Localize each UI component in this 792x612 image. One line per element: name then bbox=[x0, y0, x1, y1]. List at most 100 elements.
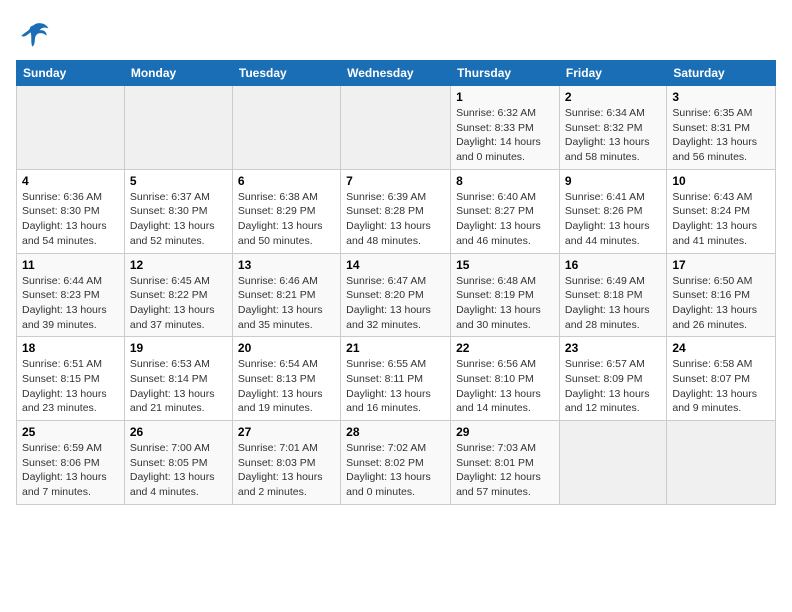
day-info: Sunrise: 7:03 AMSunset: 8:01 PMDaylight:… bbox=[456, 441, 554, 500]
day-number: 9 bbox=[565, 174, 661, 188]
column-header-wednesday: Wednesday bbox=[341, 61, 451, 86]
calendar-cell bbox=[17, 86, 125, 170]
day-info: Sunrise: 6:56 AMSunset: 8:10 PMDaylight:… bbox=[456, 357, 554, 416]
day-info: Sunrise: 6:59 AMSunset: 8:06 PMDaylight:… bbox=[22, 441, 119, 500]
day-info: Sunrise: 6:48 AMSunset: 8:19 PMDaylight:… bbox=[456, 274, 554, 333]
day-number: 27 bbox=[238, 425, 335, 439]
logo-bird-icon bbox=[16, 16, 52, 52]
calendar-cell: 7 Sunrise: 6:39 AMSunset: 8:28 PMDaylight… bbox=[341, 169, 451, 253]
day-info: Sunrise: 6:43 AMSunset: 8:24 PMDaylight:… bbox=[672, 190, 770, 249]
calendar-header-row: SundayMondayTuesdayWednesdayThursdayFrid… bbox=[17, 61, 776, 86]
day-number: 11 bbox=[22, 258, 119, 272]
day-number: 4 bbox=[22, 174, 119, 188]
day-info: Sunrise: 6:44 AMSunset: 8:23 PMDaylight:… bbox=[22, 274, 119, 333]
day-number: 28 bbox=[346, 425, 445, 439]
day-number: 1 bbox=[456, 90, 554, 104]
day-info: Sunrise: 6:53 AMSunset: 8:14 PMDaylight:… bbox=[130, 357, 227, 416]
calendar-cell: 17 Sunrise: 6:50 AMSunset: 8:16 PMDayligh… bbox=[667, 253, 776, 337]
calendar-cell: 22 Sunrise: 6:56 AMSunset: 8:10 PMDayligh… bbox=[451, 337, 560, 421]
day-info: Sunrise: 6:40 AMSunset: 8:27 PMDaylight:… bbox=[456, 190, 554, 249]
calendar-week-1: 1 Sunrise: 6:32 AMSunset: 8:33 PMDaylight… bbox=[17, 86, 776, 170]
day-info: Sunrise: 6:46 AMSunset: 8:21 PMDaylight:… bbox=[238, 274, 335, 333]
day-info: Sunrise: 6:47 AMSunset: 8:20 PMDaylight:… bbox=[346, 274, 445, 333]
calendar-cell: 25 Sunrise: 6:59 AMSunset: 8:06 PMDayligh… bbox=[17, 421, 125, 505]
calendar-cell: 9 Sunrise: 6:41 AMSunset: 8:26 PMDaylight… bbox=[559, 169, 666, 253]
day-number: 26 bbox=[130, 425, 227, 439]
day-number: 5 bbox=[130, 174, 227, 188]
day-info: Sunrise: 6:49 AMSunset: 8:18 PMDaylight:… bbox=[565, 274, 661, 333]
calendar-cell: 14 Sunrise: 6:47 AMSunset: 8:20 PMDayligh… bbox=[341, 253, 451, 337]
calendar-cell: 4 Sunrise: 6:36 AMSunset: 8:30 PMDaylight… bbox=[17, 169, 125, 253]
day-info: Sunrise: 6:35 AMSunset: 8:31 PMDaylight:… bbox=[672, 106, 770, 165]
calendar-cell: 6 Sunrise: 6:38 AMSunset: 8:29 PMDaylight… bbox=[232, 169, 340, 253]
calendar-cell: 19 Sunrise: 6:53 AMSunset: 8:14 PMDayligh… bbox=[124, 337, 232, 421]
day-number: 16 bbox=[565, 258, 661, 272]
day-info: Sunrise: 7:01 AMSunset: 8:03 PMDaylight:… bbox=[238, 441, 335, 500]
calendar-week-3: 11 Sunrise: 6:44 AMSunset: 8:23 PMDayligh… bbox=[17, 253, 776, 337]
day-number: 25 bbox=[22, 425, 119, 439]
calendar-cell bbox=[559, 421, 666, 505]
day-number: 24 bbox=[672, 341, 770, 355]
day-number: 18 bbox=[22, 341, 119, 355]
calendar-cell: 28 Sunrise: 7:02 AMSunset: 8:02 PMDayligh… bbox=[341, 421, 451, 505]
day-info: Sunrise: 6:50 AMSunset: 8:16 PMDaylight:… bbox=[672, 274, 770, 333]
calendar-cell: 1 Sunrise: 6:32 AMSunset: 8:33 PMDaylight… bbox=[451, 86, 560, 170]
logo bbox=[16, 16, 54, 52]
day-info: Sunrise: 6:55 AMSunset: 8:11 PMDaylight:… bbox=[346, 357, 445, 416]
day-number: 23 bbox=[565, 341, 661, 355]
calendar-cell: 24 Sunrise: 6:58 AMSunset: 8:07 PMDayligh… bbox=[667, 337, 776, 421]
calendar-cell: 13Sunrise: 6:46 AMSunset: 8:21 PMDayligh… bbox=[232, 253, 340, 337]
calendar-week-4: 18 Sunrise: 6:51 AMSunset: 8:15 PMDayligh… bbox=[17, 337, 776, 421]
day-number: 19 bbox=[130, 341, 227, 355]
day-info: Sunrise: 6:54 AMSunset: 8:13 PMDaylight:… bbox=[238, 357, 335, 416]
calendar-week-5: 25 Sunrise: 6:59 AMSunset: 8:06 PMDayligh… bbox=[17, 421, 776, 505]
day-info: Sunrise: 6:51 AMSunset: 8:15 PMDaylight:… bbox=[22, 357, 119, 416]
day-number: 7 bbox=[346, 174, 445, 188]
column-header-friday: Friday bbox=[559, 61, 666, 86]
column-header-sunday: Sunday bbox=[17, 61, 125, 86]
calendar-cell: 20 Sunrise: 6:54 AMSunset: 8:13 PMDayligh… bbox=[232, 337, 340, 421]
day-info: Sunrise: 6:41 AMSunset: 8:26 PMDaylight:… bbox=[565, 190, 661, 249]
calendar-cell: 11 Sunrise: 6:44 AMSunset: 8:23 PMDayligh… bbox=[17, 253, 125, 337]
day-number: 20 bbox=[238, 341, 335, 355]
calendar-cell: 18 Sunrise: 6:51 AMSunset: 8:15 PMDayligh… bbox=[17, 337, 125, 421]
day-number: 15 bbox=[456, 258, 554, 272]
calendar-cell: 2Sunrise: 6:34 AMSunset: 8:32 PMDaylight… bbox=[559, 86, 666, 170]
day-info: Sunrise: 6:39 AMSunset: 8:28 PMDaylight:… bbox=[346, 190, 445, 249]
day-number: 12 bbox=[130, 258, 227, 272]
day-number: 22 bbox=[456, 341, 554, 355]
calendar-cell bbox=[232, 86, 340, 170]
day-number: 17 bbox=[672, 258, 770, 272]
day-number: 10 bbox=[672, 174, 770, 188]
day-number: 6 bbox=[238, 174, 335, 188]
calendar-cell: 23Sunrise: 6:57 AMSunset: 8:09 PMDayligh… bbox=[559, 337, 666, 421]
calendar-week-2: 4 Sunrise: 6:36 AMSunset: 8:30 PMDaylight… bbox=[17, 169, 776, 253]
day-info: Sunrise: 6:38 AMSunset: 8:29 PMDaylight:… bbox=[238, 190, 335, 249]
calendar-cell bbox=[667, 421, 776, 505]
day-info: Sunrise: 6:36 AMSunset: 8:30 PMDaylight:… bbox=[22, 190, 119, 249]
calendar-cell: 21 Sunrise: 6:55 AMSunset: 8:11 PMDayligh… bbox=[341, 337, 451, 421]
column-header-tuesday: Tuesday bbox=[232, 61, 340, 86]
calendar-table: SundayMondayTuesdayWednesdayThursdayFrid… bbox=[16, 60, 776, 505]
day-number: 14 bbox=[346, 258, 445, 272]
column-header-monday: Monday bbox=[124, 61, 232, 86]
calendar-cell: 16 Sunrise: 6:49 AMSunset: 8:18 PMDayligh… bbox=[559, 253, 666, 337]
day-info: Sunrise: 6:32 AMSunset: 8:33 PMDaylight:… bbox=[456, 106, 554, 165]
day-info: Sunrise: 7:02 AMSunset: 8:02 PMDaylight:… bbox=[346, 441, 445, 500]
calendar-cell: 10 Sunrise: 6:43 AMSunset: 8:24 PMDayligh… bbox=[667, 169, 776, 253]
day-number: 21 bbox=[346, 341, 445, 355]
day-info: Sunrise: 6:37 AMSunset: 8:30 PMDaylight:… bbox=[130, 190, 227, 249]
day-number: 8 bbox=[456, 174, 554, 188]
day-number: 3 bbox=[672, 90, 770, 104]
day-info: Sunrise: 6:34 AMSunset: 8:32 PMDaylight:… bbox=[565, 106, 661, 165]
calendar-cell: 8 Sunrise: 6:40 AMSunset: 8:27 PMDaylight… bbox=[451, 169, 560, 253]
calendar-cell: 3 Sunrise: 6:35 AMSunset: 8:31 PMDaylight… bbox=[667, 86, 776, 170]
calendar-cell: 26 Sunrise: 7:00 AMSunset: 8:05 PMDayligh… bbox=[124, 421, 232, 505]
calendar-cell: 27 Sunrise: 7:01 AMSunset: 8:03 PMDayligh… bbox=[232, 421, 340, 505]
day-number: 29 bbox=[456, 425, 554, 439]
day-info: Sunrise: 6:58 AMSunset: 8:07 PMDaylight:… bbox=[672, 357, 770, 416]
calendar-cell bbox=[341, 86, 451, 170]
calendar-cell bbox=[124, 86, 232, 170]
column-header-thursday: Thursday bbox=[451, 61, 560, 86]
day-info: Sunrise: 7:00 AMSunset: 8:05 PMDaylight:… bbox=[130, 441, 227, 500]
